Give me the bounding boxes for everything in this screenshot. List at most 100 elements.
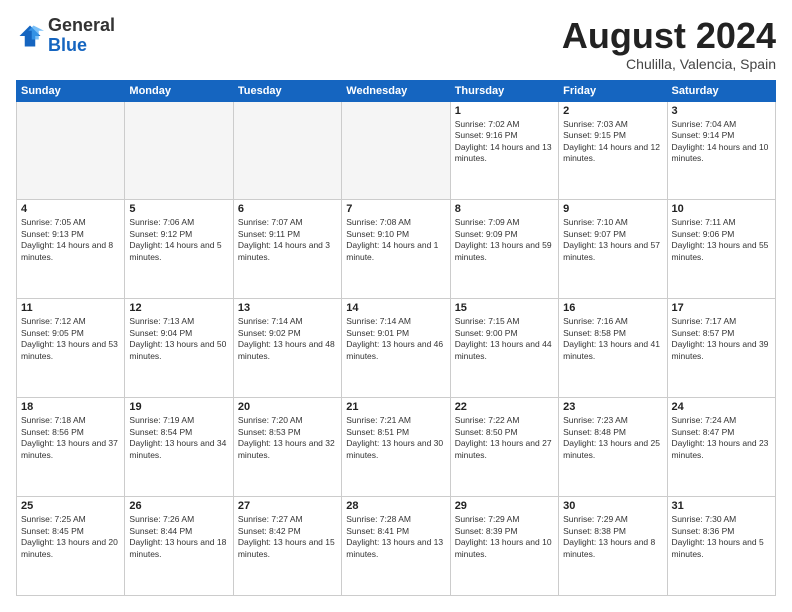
day-info: Sunrise: 7:02 AMSunset: 9:16 PMDaylight:… — [455, 119, 554, 165]
logo-icon — [16, 22, 44, 50]
day-number: 8 — [455, 203, 554, 215]
day-info: Sunrise: 7:03 AMSunset: 9:15 PMDaylight:… — [563, 119, 662, 165]
day-info: Sunrise: 7:21 AMSunset: 8:51 PMDaylight:… — [346, 415, 445, 461]
day-info: Sunrise: 7:16 AMSunset: 8:58 PMDaylight:… — [563, 316, 662, 362]
col-thursday: Thursday — [450, 80, 558, 101]
col-tuesday: Tuesday — [233, 80, 341, 101]
calendar-cell-4-6: 23 Sunrise: 7:23 AMSunset: 8:48 PMDayligh… — [559, 398, 667, 497]
week-row-2: 4Sunrise: 7:05 AMSunset: 9:13 PMDaylight… — [17, 200, 776, 299]
col-saturday: Saturday — [667, 80, 775, 101]
calendar-cell-1-6: 2Sunrise: 7:03 AMSunset: 9:15 PMDaylight… — [559, 101, 667, 200]
col-monday: Monday — [125, 80, 233, 101]
day-number: 7 — [346, 203, 445, 215]
weekday-row: Sunday Monday Tuesday Wednesday Thursday… — [17, 80, 776, 101]
week-row-4: 18 Sunrise: 7:18 AMSunset: 8:56 PMDayligh… — [17, 398, 776, 497]
day-info: Sunrise: 7:20 AMSunset: 8:53 PMDaylight:… — [238, 415, 337, 461]
day-info: Sunrise: 7:29 AMSunset: 8:39 PMDaylight:… — [455, 514, 554, 560]
day-number: 4 — [21, 203, 120, 215]
day-info: Sunrise: 7:28 AMSunset: 8:41 PMDaylight:… — [346, 514, 445, 560]
day-info: Sunrise: 7:19 AMSunset: 8:54 PMDaylight:… — [129, 415, 228, 461]
calendar-cell-4-4: 21 Sunrise: 7:21 AMSunset: 8:51 PMDayligh… — [342, 398, 450, 497]
calendar-cell-5-3: 27Sunrise: 7:27 AMSunset: 8:42 PMDayligh… — [233, 497, 341, 596]
day-number: 24 — [672, 401, 771, 413]
day-number: 29 — [455, 500, 554, 512]
calendar-cell-5-1: 25 Sunrise: 7:25 AMSunset: 8:45 PMDayligh… — [17, 497, 125, 596]
day-number: 30 — [563, 500, 662, 512]
calendar-cell-4-3: 20 Sunrise: 7:20 AMSunset: 8:53 PMDayligh… — [233, 398, 341, 497]
calendar-cell-3-6: 16Sunrise: 7:16 AMSunset: 8:58 PMDayligh… — [559, 299, 667, 398]
title-block: August 2024 Chulilla, Valencia, Spain — [562, 16, 776, 72]
week-row-5: 25 Sunrise: 7:25 AMSunset: 8:45 PMDayligh… — [17, 497, 776, 596]
day-info: Sunrise: 7:11 AMSunset: 9:06 PMDaylight:… — [672, 217, 771, 263]
calendar-cell-5-5: 29 Sunrise: 7:29 AMSunset: 8:39 PMDayligh… — [450, 497, 558, 596]
calendar-cell-1-2 — [125, 101, 233, 200]
day-info: Sunrise: 7:30 AMSunset: 8:36 PMDaylight:… — [672, 514, 771, 560]
day-number: 5 — [129, 203, 228, 215]
day-info: Sunrise: 7:08 AMSunset: 9:10 PMDaylight:… — [346, 217, 445, 263]
day-number: 26 — [129, 500, 228, 512]
day-info: Sunrise: 7:07 AMSunset: 9:11 PMDaylight:… — [238, 217, 337, 263]
logo-general: General — [48, 16, 115, 36]
calendar-cell-2-6: 9Sunrise: 7:10 AMSunset: 9:07 PMDaylight… — [559, 200, 667, 299]
day-info: Sunrise: 7:25 AMSunset: 8:45 PMDaylight:… — [21, 514, 120, 560]
calendar-cell-3-5: 15 Sunrise: 7:15 AMSunset: 9:00 PMDayligh… — [450, 299, 558, 398]
day-number: 17 — [672, 302, 771, 314]
day-number: 20 — [238, 401, 337, 413]
calendar-cell-3-1: 11 Sunrise: 7:12 AMSunset: 9:05 PMDayligh… — [17, 299, 125, 398]
day-info: Sunrise: 7:14 AMSunset: 9:01 PMDaylight:… — [346, 316, 445, 362]
col-sunday: Sunday — [17, 80, 125, 101]
calendar-cell-3-2: 12Sunrise: 7:13 AMSunset: 9:04 PMDayligh… — [125, 299, 233, 398]
calendar-cell-3-3: 13Sunrise: 7:14 AMSunset: 9:02 PMDayligh… — [233, 299, 341, 398]
calendar-cell-1-5: 1 Sunrise: 7:02 AMSunset: 9:16 PMDaylight… — [450, 101, 558, 200]
page: General Blue August 2024 Chulilla, Valen… — [0, 0, 792, 612]
day-number: 27 — [238, 500, 337, 512]
calendar-body: 1 Sunrise: 7:02 AMSunset: 9:16 PMDaylight… — [17, 101, 776, 595]
calendar-cell-5-2: 26 Sunrise: 7:26 AMSunset: 8:44 PMDayligh… — [125, 497, 233, 596]
day-info: Sunrise: 7:15 AMSunset: 9:00 PMDaylight:… — [455, 316, 554, 362]
day-info: Sunrise: 7:24 AMSunset: 8:47 PMDaylight:… — [672, 415, 771, 461]
day-number: 1 — [455, 105, 554, 117]
day-number: 21 — [346, 401, 445, 413]
day-info: Sunrise: 7:18 AMSunset: 8:56 PMDaylight:… — [21, 415, 120, 461]
col-friday: Friday — [559, 80, 667, 101]
day-info: Sunrise: 7:26 AMSunset: 8:44 PMDaylight:… — [129, 514, 228, 560]
day-number: 3 — [672, 105, 771, 117]
day-info: Sunrise: 7:10 AMSunset: 9:07 PMDaylight:… — [563, 217, 662, 263]
calendar-cell-4-5: 22 Sunrise: 7:22 AMSunset: 8:50 PMDayligh… — [450, 398, 558, 497]
day-number: 18 — [21, 401, 120, 413]
day-number: 10 — [672, 203, 771, 215]
day-info: Sunrise: 7:12 AMSunset: 9:05 PMDaylight:… — [21, 316, 120, 362]
day-info: Sunrise: 7:13 AMSunset: 9:04 PMDaylight:… — [129, 316, 228, 362]
day-number: 19 — [129, 401, 228, 413]
day-info: Sunrise: 7:23 AMSunset: 8:48 PMDaylight:… — [563, 415, 662, 461]
calendar: Sunday Monday Tuesday Wednesday Thursday… — [16, 80, 776, 596]
header: General Blue August 2024 Chulilla, Valen… — [16, 16, 776, 72]
day-info: Sunrise: 7:04 AMSunset: 9:14 PMDaylight:… — [672, 119, 771, 165]
calendar-cell-4-7: 24 Sunrise: 7:24 AMSunset: 8:47 PMDayligh… — [667, 398, 775, 497]
logo-blue: Blue — [48, 36, 115, 56]
day-number: 11 — [21, 302, 120, 314]
calendar-cell-1-1 — [17, 101, 125, 200]
calendar-header: Sunday Monday Tuesday Wednesday Thursday… — [17, 80, 776, 101]
day-number: 23 — [563, 401, 662, 413]
calendar-cell-2-2: 5 Sunrise: 7:06 AMSunset: 9:12 PMDaylight… — [125, 200, 233, 299]
calendar-cell-1-7: 3 Sunrise: 7:04 AMSunset: 9:14 PMDaylight… — [667, 101, 775, 200]
calendar-cell-5-4: 28Sunrise: 7:28 AMSunset: 8:41 PMDayligh… — [342, 497, 450, 596]
calendar-cell-2-5: 8Sunrise: 7:09 AMSunset: 9:09 PMDaylight… — [450, 200, 558, 299]
calendar-cell-2-7: 10 Sunrise: 7:11 AMSunset: 9:06 PMDayligh… — [667, 200, 775, 299]
calendar-cell-4-1: 18 Sunrise: 7:18 AMSunset: 8:56 PMDayligh… — [17, 398, 125, 497]
calendar-cell-1-4 — [342, 101, 450, 200]
calendar-cell-2-1: 4Sunrise: 7:05 AMSunset: 9:13 PMDaylight… — [17, 200, 125, 299]
calendar-cell-1-3 — [233, 101, 341, 200]
day-info: Sunrise: 7:22 AMSunset: 8:50 PMDaylight:… — [455, 415, 554, 461]
calendar-cell-3-7: 17Sunrise: 7:17 AMSunset: 8:57 PMDayligh… — [667, 299, 775, 398]
week-row-1: 1 Sunrise: 7:02 AMSunset: 9:16 PMDaylight… — [17, 101, 776, 200]
day-number: 22 — [455, 401, 554, 413]
day-number: 15 — [455, 302, 554, 314]
logo-text: General Blue — [48, 16, 115, 56]
day-info: Sunrise: 7:29 AMSunset: 8:38 PMDaylight:… — [563, 514, 662, 560]
day-number: 25 — [21, 500, 120, 512]
day-info: Sunrise: 7:06 AMSunset: 9:12 PMDaylight:… — [129, 217, 228, 263]
month-year: August 2024 — [562, 16, 776, 56]
calendar-cell-2-4: 7 Sunrise: 7:08 AMSunset: 9:10 PMDaylight… — [342, 200, 450, 299]
